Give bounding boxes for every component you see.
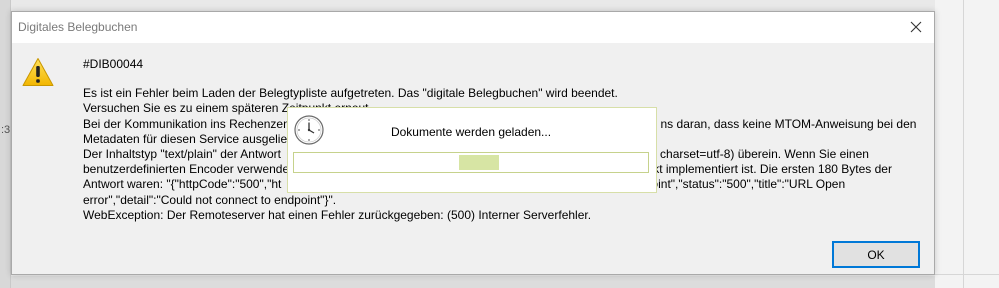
- progress-indicator: [459, 155, 499, 170]
- dialog-title: Digitales Belegbuchen: [18, 20, 138, 34]
- background-window-edge: :3: [0, 0, 11, 288]
- ok-button[interactable]: OK: [832, 241, 920, 268]
- message-line: error","detail":"Could not connect to en…: [83, 192, 337, 207]
- dialog-titlebar[interactable]: Digitales Belegbuchen: [12, 12, 934, 43]
- message-line: WebException: Der Remoteserver hat einen…: [83, 207, 592, 222]
- close-button[interactable]: [902, 14, 930, 40]
- background-window-bottom: [11, 276, 935, 288]
- background-divider: [935, 274, 999, 275]
- loading-progress-bar: [293, 152, 649, 173]
- background-text-fragment: :3: [1, 124, 11, 136]
- close-icon: [910, 21, 922, 33]
- warning-icon: [22, 58, 54, 86]
- background-divider: [963, 0, 964, 288]
- message-line: Es ist ein Fehler beim Laden der Belegty…: [83, 86, 618, 101]
- loading-popup: Dokumente werden geladen...: [287, 107, 657, 193]
- loading-text: Dokumente werden geladen...: [390, 125, 552, 139]
- background-window-right: [935, 0, 999, 288]
- error-code: #DIB00044: [83, 57, 144, 71]
